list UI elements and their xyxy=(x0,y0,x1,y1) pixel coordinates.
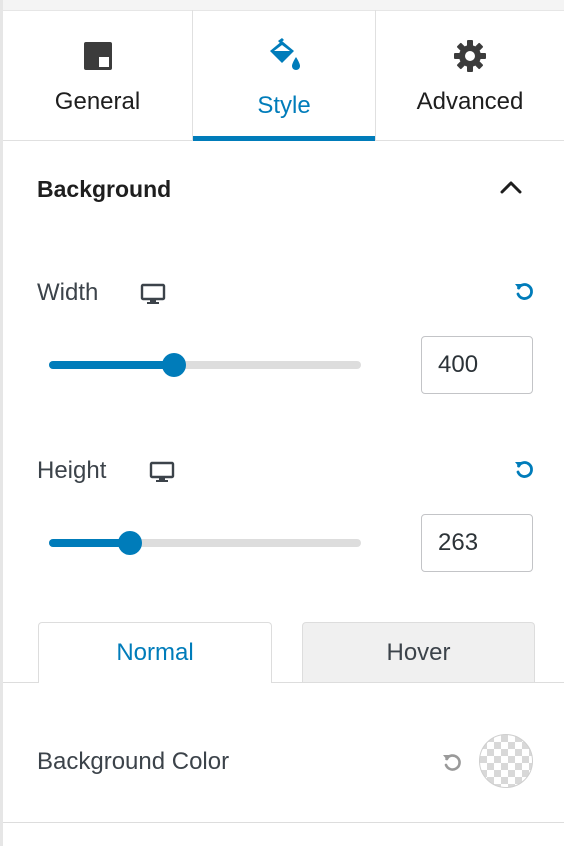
width-label: Width xyxy=(37,279,99,306)
tab-hover[interactable]: Hover xyxy=(302,622,535,682)
tab-general-label: General xyxy=(54,88,141,115)
tab-advanced-label: Advanced xyxy=(416,88,524,115)
reset-width-icon[interactable] xyxy=(513,280,535,302)
section-title-background[interactable]: Background xyxy=(37,176,171,203)
width-slider-handle[interactable] xyxy=(161,353,186,377)
reset-height-icon[interactable] xyxy=(513,458,535,480)
tab-style-label: Style xyxy=(257,92,311,119)
width-slider-fill xyxy=(49,361,174,369)
style-panel: General Style Advanced Background Width … xyxy=(0,0,564,846)
gear-icon xyxy=(452,38,488,74)
tab-normal[interactable]: Normal xyxy=(38,622,272,683)
height-input[interactable]: 263 xyxy=(421,514,533,572)
height-slider-handle[interactable] xyxy=(118,531,143,555)
height-slider[interactable] xyxy=(49,531,361,555)
inspector-tabs: General Style Advanced xyxy=(3,10,564,141)
desktop-icon[interactable] xyxy=(140,283,166,305)
tab-general[interactable]: General xyxy=(3,10,192,140)
width-input[interactable]: 400 xyxy=(421,336,533,394)
layout-icon xyxy=(80,38,116,74)
background-color-label: Background Color xyxy=(37,748,230,775)
width-slider[interactable] xyxy=(49,353,361,377)
tab-style[interactable]: Style xyxy=(192,10,376,141)
tab-advanced[interactable]: Advanced xyxy=(376,10,564,140)
chevron-up-icon[interactable] xyxy=(499,178,523,196)
height-label: Height xyxy=(37,457,107,484)
state-tabs: Normal Hover xyxy=(3,622,564,683)
background-color-swatch[interactable] xyxy=(479,734,533,788)
reset-background-color-icon[interactable] xyxy=(441,751,463,773)
desktop-icon[interactable] xyxy=(149,461,175,483)
divider xyxy=(3,822,564,823)
paint-bucket-icon xyxy=(266,38,302,74)
active-tab-indicator xyxy=(193,136,375,141)
